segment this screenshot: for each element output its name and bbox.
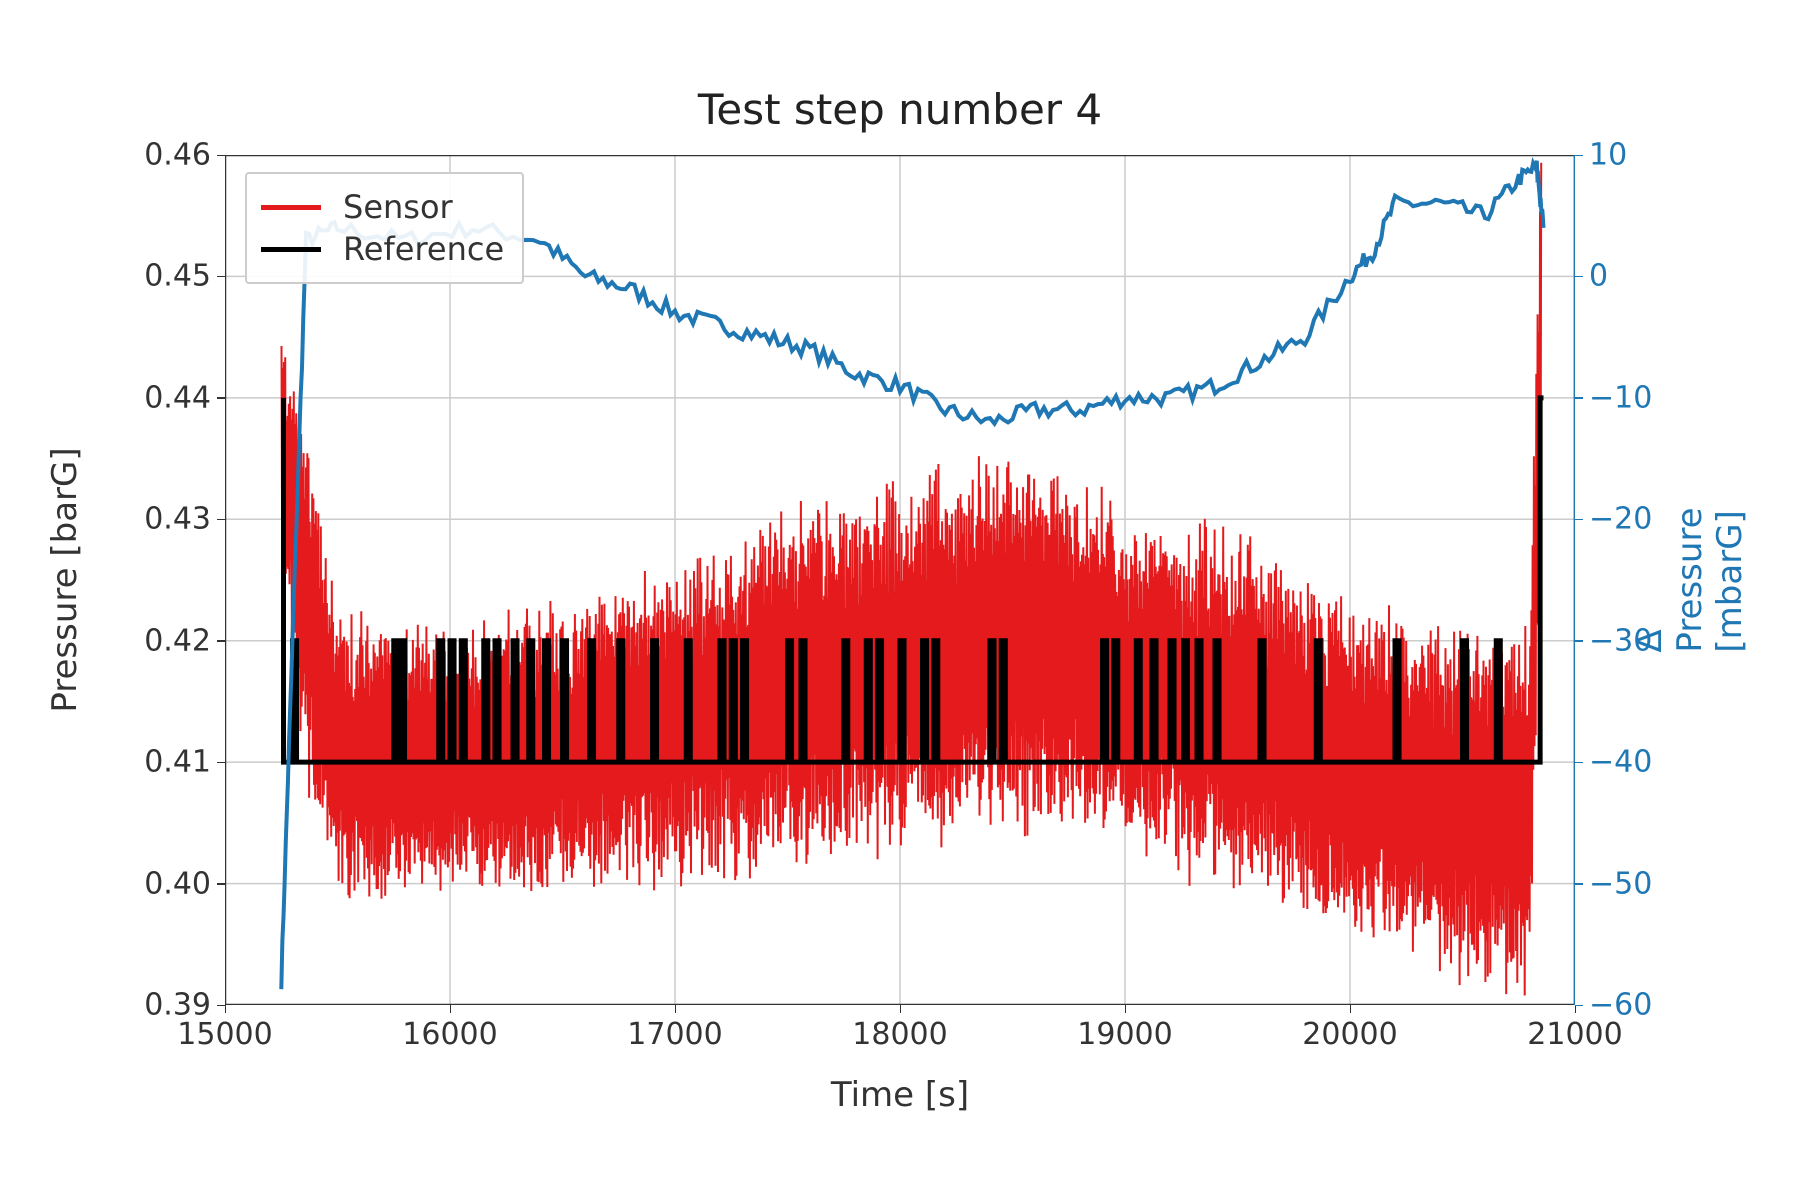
y-left-tick-label: 0.39 [144, 988, 211, 1023]
y-right-tick-label: −50 [1589, 866, 1652, 901]
y-left-tick [217, 640, 225, 642]
x-tick [1350, 1005, 1352, 1013]
y-right-tick [1575, 155, 1583, 157]
x-tick [1575, 1005, 1577, 1013]
x-tick-label: 17000 [627, 1017, 722, 1052]
x-tick-label: 16000 [402, 1017, 497, 1052]
y-right-tick-label: −20 [1589, 502, 1652, 537]
y-right-tick [1575, 519, 1583, 521]
y-right-tick [1575, 1005, 1583, 1007]
y-left-tick [217, 883, 225, 885]
y-left-tick [217, 155, 225, 157]
y-left-tick-label: 0.46 [144, 138, 211, 173]
legend-item-sensor: Sensor [261, 188, 504, 226]
y-left-tick [217, 397, 225, 399]
y-left-tick [217, 276, 225, 278]
y-axis-left-label: Pressure [barG] [45, 447, 85, 712]
y-left-tick-label: 0.43 [144, 502, 211, 537]
y-left-tick-label: 0.42 [144, 623, 211, 658]
y-left-tick-label: 0.45 [144, 259, 211, 294]
x-tick-label: 19000 [1077, 1017, 1172, 1052]
y-right-tick-label: −30 [1589, 623, 1652, 658]
legend-label-sensor: Sensor [343, 188, 453, 226]
x-tick [900, 1005, 902, 1013]
y-left-tick [217, 519, 225, 521]
y-right-tick-label: 0 [1589, 259, 1608, 294]
y-left-tick-label: 0.44 [144, 380, 211, 415]
y-right-tick-label: 10 [1589, 138, 1627, 173]
y-right-tick-label: −60 [1589, 988, 1652, 1023]
figure: Test step number 4 Sensor Reference Pres… [0, 0, 1800, 1200]
legend-swatch-sensor [261, 205, 321, 210]
x-tick-label: 20000 [1302, 1017, 1397, 1052]
y-right-tick [1575, 397, 1583, 399]
y-right-tick-label: −10 [1589, 380, 1652, 415]
x-axis-label: Time [s] [0, 1075, 1800, 1115]
chart-title: Test step number 4 [0, 85, 1800, 134]
y-left-tick-label: 0.40 [144, 866, 211, 901]
y-left-tick-label: 0.41 [144, 745, 211, 780]
legend-item-reference: Reference [261, 230, 504, 268]
series-sensor [282, 163, 1542, 996]
y-right-tick [1575, 762, 1583, 764]
y-left-tick [217, 1005, 225, 1007]
y-left-tick [217, 762, 225, 764]
x-tick-label: 18000 [852, 1017, 947, 1052]
x-tick [675, 1005, 677, 1013]
x-tick [450, 1005, 452, 1013]
y-right-tick [1575, 883, 1583, 885]
legend: Sensor Reference [245, 172, 524, 284]
legend-label-reference: Reference [343, 230, 504, 268]
y-right-tick [1575, 276, 1583, 278]
y-right-tick-label: −40 [1589, 745, 1652, 780]
y-right-tick [1575, 640, 1583, 642]
x-tick [225, 1005, 227, 1013]
legend-swatch-reference [261, 247, 321, 252]
x-tick [1125, 1005, 1127, 1013]
